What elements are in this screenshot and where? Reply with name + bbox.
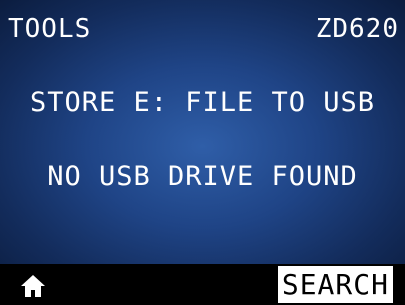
status-message: NO USB DRIVE FOUND (47, 161, 358, 192)
softkey-bar: SEARCH (0, 264, 405, 305)
menu-item-label: STORE E: FILE TO USB (29, 87, 376, 118)
search-button[interactable]: SEARCH (277, 266, 393, 303)
printer-model: ZD620 (315, 14, 399, 44)
printer-display: TOOLS ZD620 STORE E: FILE TO USB NO USB … (0, 0, 405, 305)
menu-title: TOOLS (8, 14, 92, 44)
home-button[interactable] (20, 274, 46, 298)
home-icon (21, 275, 45, 297)
